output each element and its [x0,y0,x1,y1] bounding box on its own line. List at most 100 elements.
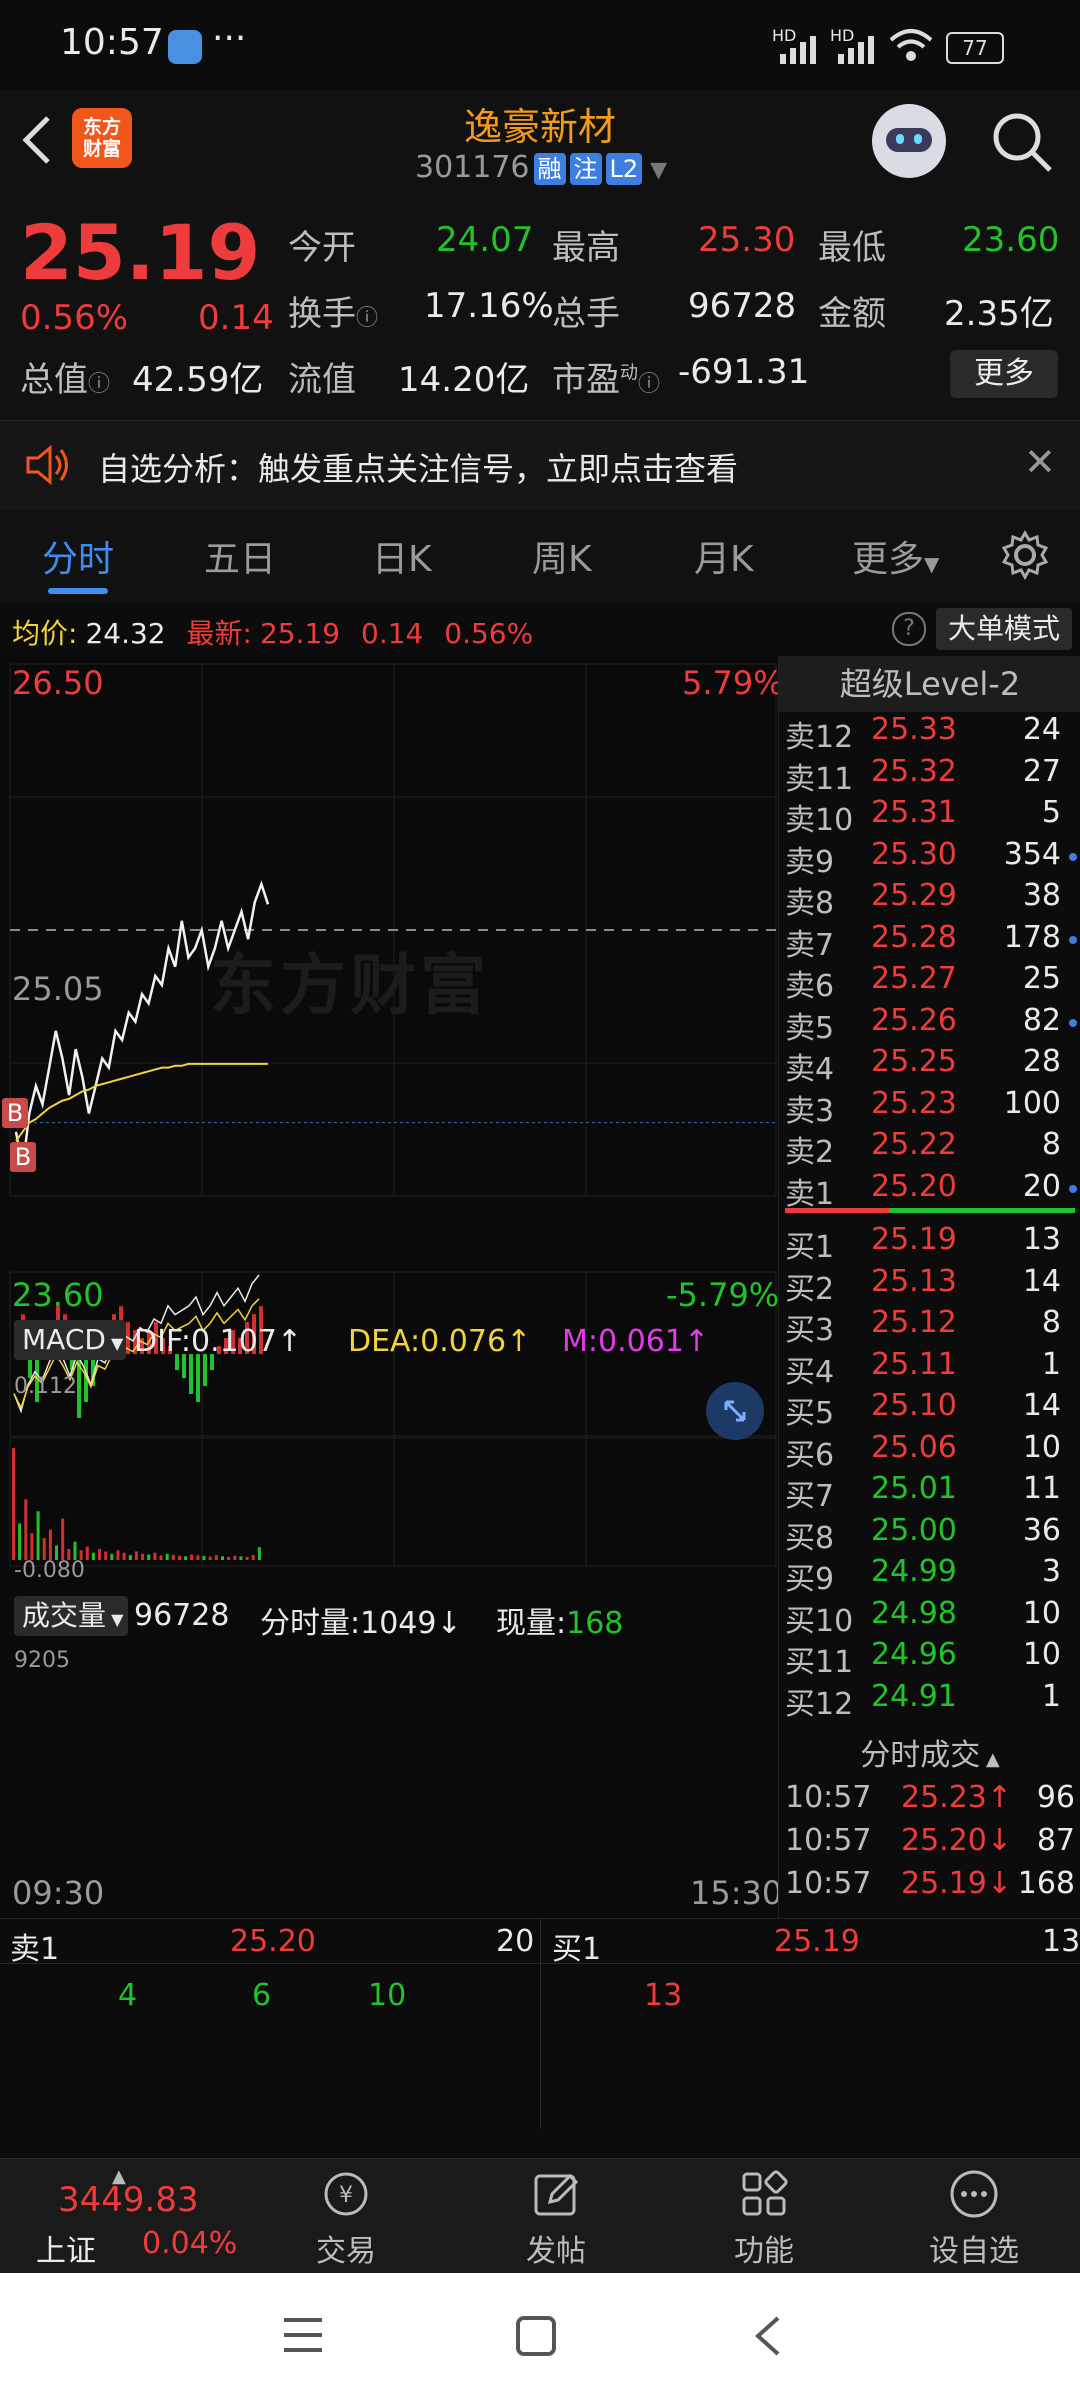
bid-row[interactable]: 买10 24.98 10 [779,1595,1080,1639]
ask-row[interactable]: 卖8 25.29 38 [779,878,1080,921]
volume-label: 总手 [552,294,620,334]
bid-row[interactable]: 买6 25.06 10 [779,1429,1080,1473]
bid-row[interactable]: 买3 25.12 8 [779,1305,1080,1348]
banner-text: 自选分析：触发重点关注信号，立即点击查看 [98,450,739,488]
bid-row[interactable]: 买12 24.91 1 [779,1679,1080,1722]
bid-price: 24.99 [871,1554,957,1589]
bid-label: 买12 [785,1686,854,1722]
ask-strength-bar [785,1208,889,1213]
home-icon[interactable] [514,2314,558,2358]
bid-price: 24.98 [871,1595,957,1631]
volume-bar [202,1556,206,1560]
trade-icon: ¥ [324,2172,368,2216]
buy-marker[interactable]: B [10,1142,36,1172]
index-value[interactable]: 3449.83 [58,2180,199,2220]
ask-row[interactable]: 卖6 25.27 25 [779,961,1080,1004]
intraday-chart-svg[interactable] [0,656,778,1918]
volume-bar [147,1554,151,1560]
tab-more[interactable]: 更多▼ [852,530,939,582]
level2-header[interactable]: 超级Level-2 [779,656,1080,712]
bid-row[interactable]: 买5 25.10 14 [779,1388,1080,1431]
high-value: 25.30 [698,220,796,260]
stock-code: 301176 [415,150,530,185]
macd-selector[interactable]: MACD ▼ [14,1320,126,1360]
tab-active-indicator [48,588,108,594]
amount-label: 金额 [818,294,886,334]
mini-sell-label: 卖1 [10,1932,60,1967]
tick-price: 25.19↓ [901,1866,1013,1901]
ask-row[interactable]: 卖1 25.20 20 [779,1168,1080,1212]
chevron-down-icon[interactable]: ▼ [650,158,667,183]
more-button[interactable]: 更多 [950,350,1058,398]
bid-row[interactable]: 买2 25.13 14 [779,1264,1080,1307]
bid-row[interactable]: 买8 25.00 36 [779,1512,1080,1556]
ask-row[interactable]: 卖2 25.22 8 [779,1127,1080,1170]
ask-label: 卖1 [785,1176,835,1212]
tab-weekly-k[interactable]: 周K [532,530,592,582]
ask-price: 25.23 [871,1085,957,1121]
nav-post[interactable]: 发帖 [486,2168,626,2270]
ask-label: 卖6 [785,969,835,1004]
big-order-dot [1069,935,1077,944]
order-book[interactable]: 超级Level-2 卖12 25.33 24 卖11 25.32 27 卖10 25.31 5 卖… [778,656,1080,1918]
bid-label: 买7 [785,1479,835,1514]
tab-daily-k[interactable]: 日K [372,530,432,582]
bid-label: 买4 [785,1354,835,1390]
help-icon[interactable]: ? [892,612,926,646]
search-icon[interactable] [990,110,1054,174]
volume-selector[interactable]: 成交量 ▼ [14,1596,128,1636]
big-order-dot [1069,852,1077,861]
ticks-header[interactable]: 分时成交 ▲ [779,1734,1080,1778]
watermark: 东方财富 [210,947,490,1024]
index-percent[interactable]: 0.04% [142,2226,237,2261]
ask-row[interactable]: 卖10 25.31 5 [779,795,1080,838]
ask-row[interactable]: 卖11 25.32 27 [779,754,1080,797]
bid-row[interactable]: 买11 24.96 10 [779,1637,1080,1680]
tab-intraday[interactable]: 分时 [42,530,114,582]
menu-icon[interactable] [280,2314,326,2356]
volume-bar [184,1556,188,1560]
bid-row[interactable]: 买9 24.99 3 [779,1554,1080,1597]
system-back-icon[interactable] [748,2312,788,2360]
bid-price: 25.00 [871,1512,957,1548]
ask-price: 25.30 [871,836,957,872]
ask-row[interactable]: 卖9 25.30 354 [779,836,1080,880]
bid-price: 25.06 [871,1429,957,1465]
ask-row[interactable]: 卖5 25.26 82 [779,1003,1080,1046]
gear-icon[interactable] [1000,530,1050,580]
tab-monthly-k[interactable]: 月K [694,530,754,582]
volume-bar [134,1551,138,1560]
nav-functions[interactable]: 功能 [694,2168,834,2270]
queue-panel [0,1918,1080,2159]
tab-five-day[interactable]: 五日 [204,530,276,582]
price-axis-bottom: 23.60 [12,1276,104,1314]
nav-add-watchlist[interactable]: 设自选 [904,2168,1044,2270]
pct-axis-bottom: -5.79% [666,1276,780,1314]
expand-icon[interactable] [706,1382,764,1440]
ask-label: 卖8 [785,886,835,921]
bid-row[interactable]: 买4 25.11 1 [779,1347,1080,1390]
mini-buy-price: 25.19 [774,1924,860,1959]
ask-row[interactable]: 卖4 25.25 28 [779,1044,1080,1087]
ask-volume: 25 [1022,961,1061,996]
nav-trade[interactable]: ¥ 交易 [276,2168,416,2270]
close-icon[interactable]: ✕ [1024,440,1056,484]
ask-label: 卖5 [785,1010,835,1046]
ask-row[interactable]: 卖12 25.33 24 [779,712,1080,755]
bid-row[interactable]: 买7 25.01 11 [779,1471,1080,1514]
bid-label: 买3 [785,1313,835,1348]
intraday-chart-area[interactable] [0,656,778,1918]
big-order-mode-button[interactable]: 大单模式 [936,608,1072,650]
volume-bar [18,1523,22,1560]
ask-row[interactable]: 卖7 25.28 178 [779,920,1080,963]
bid-label: 买5 [785,1396,835,1431]
robot-assistant-icon[interactable] [872,104,946,178]
volume-bar [171,1554,175,1560]
volume-bar [24,1499,28,1560]
index-name[interactable]: 上证 [36,2226,96,2270]
ask-row[interactable]: 卖3 25.23 100 [779,1085,1080,1129]
turnover-label: 换手ⓘ [288,294,379,334]
bid-row[interactable]: 买1 25.19 13 [779,1222,1080,1265]
ask-volume: 20 [1022,1168,1061,1204]
buy-marker[interactable]: B [2,1098,28,1128]
